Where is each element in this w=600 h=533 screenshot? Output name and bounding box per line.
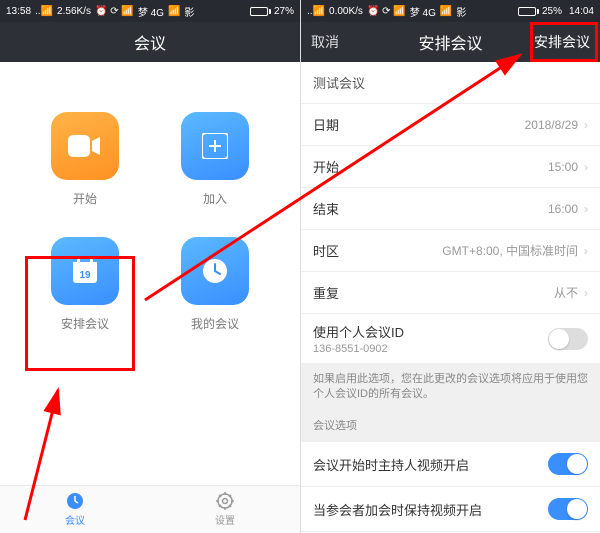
switch-attendee-video[interactable] <box>548 498 588 520</box>
status-time: 13:58 <box>6 6 31 17</box>
switch-host-video[interactable] <box>548 453 588 475</box>
row-start[interactable]: 开始 15:00› <box>301 146 600 188</box>
tile-join[interactable]: 加入 <box>150 112 280 207</box>
row-attendee-video: 当参会者加会时保持视频开启 <box>301 487 600 532</box>
nav-title: 安排会议 <box>418 30 482 54</box>
status-carrier: 梦 4G <box>138 4 164 19</box>
battery-icon <box>250 7 271 16</box>
topic-input[interactable]: 测试会议 <box>301 62 600 104</box>
tile-my-meetings[interactable]: 我的会议 <box>150 237 280 332</box>
chevron-right-icon: › <box>584 244 588 258</box>
tab-meeting[interactable]: 会议 <box>0 486 150 533</box>
pid-hint: 如果启用此选项，您在此更改的会议选项将应用于使用您个人会议ID的所有会议。 <box>301 364 600 411</box>
battery-icon <box>518 7 539 16</box>
svg-text:19: 19 <box>79 270 91 281</box>
screen-schedule: ..📶 0.00K/s ⏰ ⟳ 📶 梦 4G 📶 影 25% 14:04 取消 … <box>300 0 600 533</box>
section-options: 会议选项 <box>301 411 600 442</box>
status-bar-2: ..📶 0.00K/s ⏰ ⟳ 📶 梦 4G 📶 影 25% 14:04 <box>301 0 600 22</box>
chevron-right-icon: › <box>584 118 588 132</box>
row-timezone[interactable]: 时区 GMT+8:00, 中国标准时间› <box>301 230 600 272</box>
cancel-button[interactable]: 取消 <box>311 32 339 52</box>
nav-title: 会议 <box>134 30 166 54</box>
chevron-right-icon: › <box>584 202 588 216</box>
plus-icon <box>202 133 228 159</box>
row-personal-id: 使用个人会议ID 136-8551-0902 <box>301 314 600 364</box>
calendar-icon: 19 <box>71 257 99 285</box>
row-host-video: 会议开始时主持人视频开启 <box>301 442 600 487</box>
nav-bar-schedule: 取消 安排会议 安排会议 <box>301 22 600 62</box>
status-net: 2.56K/s <box>57 6 91 17</box>
chevron-right-icon: › <box>584 160 588 174</box>
gear-icon <box>216 492 234 510</box>
tile-schedule[interactable]: 19 安排会议 <box>20 237 150 332</box>
video-icon <box>68 135 102 157</box>
switch-personal-id[interactable] <box>548 328 588 350</box>
schedule-action-button[interactable]: 安排会议 <box>534 32 590 52</box>
status-time: 14:04 <box>569 6 594 17</box>
row-repeat[interactable]: 重复 从不› <box>301 272 600 314</box>
clock-tab-icon <box>66 492 84 510</box>
status-battery: 27% <box>274 6 294 17</box>
bottom-tabs: 会议 设置 <box>0 485 300 533</box>
tile-start[interactable]: 开始 <box>20 112 150 207</box>
schedule-form: 测试会议 日期 2018/8/29› 开始 15:00› 结束 16:00› 时… <box>301 62 600 533</box>
tab-settings[interactable]: 设置 <box>150 486 300 533</box>
clock-icon <box>201 257 229 285</box>
nav-bar-home: 会议 <box>0 22 300 62</box>
row-date[interactable]: 日期 2018/8/29› <box>301 104 600 146</box>
screen-home: 13:58 ..📶 2.56K/s ⏰ ⟳ 📶 梦 4G 📶 影 27% 会议 <box>0 0 300 533</box>
status-bar: 13:58 ..📶 2.56K/s ⏰ ⟳ 📶 梦 4G 📶 影 27% <box>0 0 300 22</box>
chevron-right-icon: › <box>584 286 588 300</box>
row-end[interactable]: 结束 16:00› <box>301 188 600 230</box>
